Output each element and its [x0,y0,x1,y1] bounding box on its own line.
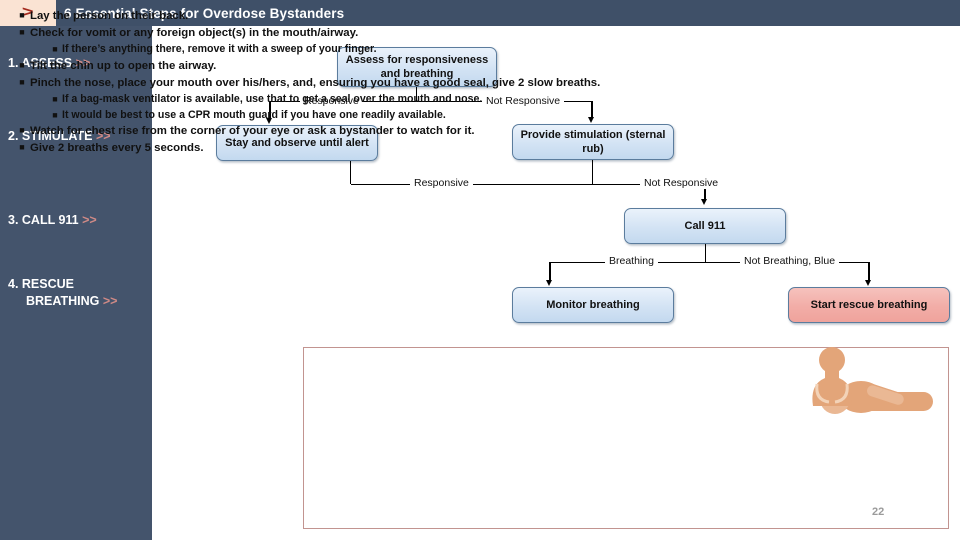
list-item: ■ If a bag-mask ventilator is available,… [14,92,629,108]
slide-canvas: > 6 Essential Steps for Overdose Bystand… [0,0,960,540]
branch-label-not-responsive-2: Not Responsive [640,178,723,189]
sidebar-item-rescue-breathing[interactable]: 4. RESCUE BREATHING >> [0,276,152,310]
chevron-double-right-icon: >> [82,213,97,227]
arrow-to-call911 [701,199,707,205]
connector-stimulate-stem [592,160,594,184]
bullet-icon: ■ [19,125,25,136]
bullet-icon: ■ [19,59,25,70]
list-item: ■ Give 2 breaths every 5 seconds. [14,140,629,157]
list-item-text: If a bag-mask ventilator is available, u… [62,92,483,105]
sidebar-item-label: 3. CALL 911 [8,213,79,227]
sidebar-item-label: 4. RESCUE [8,277,74,291]
connector-stay-stem [350,161,352,184]
list-item: ■ If there’s anything there, remove it w… [14,42,629,58]
flow-box-call-911[interactable]: Call 911 [624,208,786,244]
list-item: ■ Tilt the chin up to open the airway. [14,58,629,75]
connector-call911-stem [705,244,707,262]
bullet-icon: ■ [52,93,58,104]
connector-branch-right-3 [868,262,870,281]
sidebar-item-call-911[interactable]: 3. CALL 911 >> [0,212,152,229]
list-item-text: If there’s anything there, remove it wit… [62,42,377,55]
flow-box-start-rescue-breathing[interactable]: Start rescue breathing [788,287,950,323]
list-item-text: Watch for chest rise from the corner of … [30,125,475,138]
bullet-icon: ■ [19,142,25,153]
list-item: ■ Watch for chest rise from the corner o… [14,123,629,140]
bullet-icon: ■ [52,43,58,54]
branch-label-breathing: Breathing [605,256,658,267]
branch-label-not-breathing-blue: Not Breathing, Blue [740,256,840,267]
rescue-breathing-illustration [795,344,945,424]
list-item-text: Tilt the chin up to open the airway. [30,59,217,72]
branch-label-responsive-2: Responsive [410,178,473,189]
bullet-icon: ■ [19,10,25,20]
flow-box-monitor-breathing[interactable]: Monitor breathing [512,287,674,323]
list-item: ■ Lay the person on their back. [14,8,629,25]
connector-branch-left-3 [549,262,551,281]
list-item-text: It would be best to use a CPR mouth guar… [62,108,446,121]
list-item-text: Lay the person on their back. [30,10,189,22]
arrow-to-monitor [546,280,552,286]
list-item-text: Check for vomit or any foreign object(s)… [30,26,359,39]
sidebar-item-label-line2: BREATHING [26,293,100,308]
bullet-icon: ■ [19,76,25,87]
chevron-double-right-icon: >> [102,293,118,308]
list-item-text: Give 2 breaths every 5 seconds. [30,142,204,155]
instructions-list: ■ Lay the person on their back. ■ Check … [14,8,629,157]
arrow-to-rescue [865,280,871,286]
bullet-icon: ■ [52,109,58,120]
bullet-icon: ■ [19,26,25,37]
list-item: ■ It would be best to use a CPR mouth gu… [14,108,629,124]
list-item: ■ Check for vomit or any foreign object(… [14,25,629,42]
list-item: ■ Pinch the nose, place your mouth over … [14,75,629,92]
page-number: 22 [872,506,885,518]
list-item-text: Pinch the nose, place your mouth over hi… [30,76,601,89]
